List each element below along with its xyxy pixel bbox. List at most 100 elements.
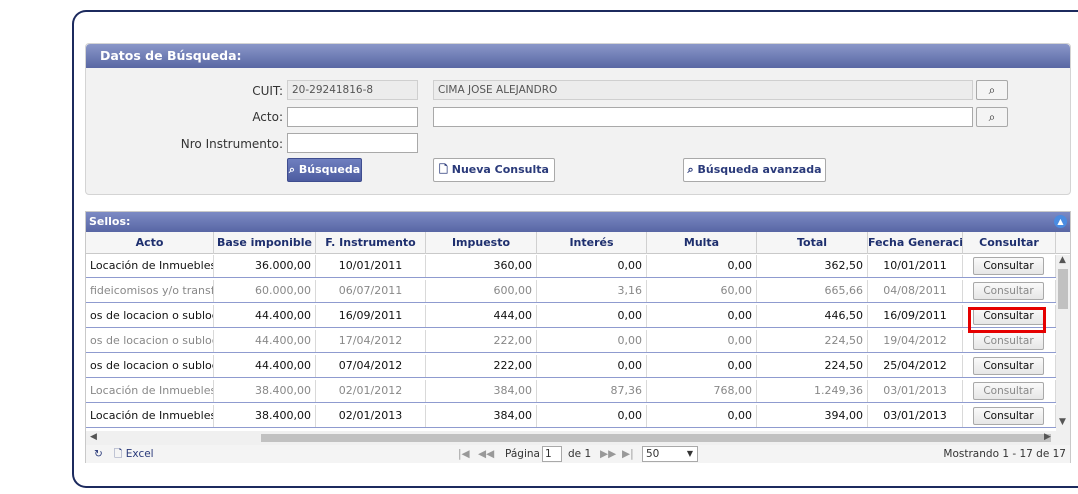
col-total[interactable]: Total [757,232,868,254]
acto-description-field[interactable] [433,107,973,127]
new-query-button[interactable]: 🗋 Nueva Consulta [433,158,555,182]
cell-consultar: Consultar [963,255,1056,277]
col-multa[interactable]: Multa [647,232,757,254]
consultar-button[interactable]: Consultar [973,357,1044,375]
records-summary: Mostrando 1 - 17 de 17 [943,448,1066,460]
cuit-search-button[interactable]: ⌕ [976,80,1008,100]
last-page-icon[interactable]: ▶| [622,445,634,463]
search-button-label: Búsqueda [298,163,361,176]
grid-body: Locación de Inmuebles 36.000,00 10/01/20… [86,255,1056,431]
cell-interes: 3,16 [537,280,647,302]
col-f-instrumento[interactable]: F. Instrumento [316,232,426,254]
cell-base: 36.000,00 [214,255,316,277]
cell-base: 38.400,00 [214,405,316,427]
search-button[interactable]: ⌕ Búsqueda [287,158,362,182]
cell-base: 44.400,00 [214,355,316,377]
prev-page-icon[interactable]: ◀◀ [478,445,494,463]
page-label: Página [505,448,540,460]
col-impuesto[interactable]: Impuesto [426,232,537,254]
cell-f-instrumento: 02/01/2012 [316,380,426,402]
cell-fecha-generacion: 03/01/2013 [868,405,963,427]
cell-base: 38.400,00 [214,380,316,402]
col-base-imponible[interactable]: Base imponible [214,232,316,254]
cell-total: 224,50 [757,355,868,377]
scroll-down-icon[interactable]: ▼ [1059,417,1066,427]
table-row[interactable]: os de locacion o sublocacio 44.400,00 16… [86,305,1056,328]
table-row[interactable]: Locación de Inmuebles 36.000,00 10/01/20… [86,255,1056,278]
search-icon: ⌕ [988,110,996,124]
table-row[interactable]: fideicomisos y/o transfer 60.000,00 06/0… [86,280,1056,303]
cell-f-instrumento: 07/04/2012 [316,355,426,377]
cell-impuesto: 600,00 [426,280,537,302]
cell-fecha-generacion: 19/04/2012 [868,330,963,352]
refresh-icon[interactable]: ↻ [94,445,103,463]
vertical-scrollbar[interactable]: ▲ ▼ [1056,255,1070,431]
col-fecha-generacion[interactable]: Fecha Generación [868,232,963,254]
advanced-search-button-label: Búsqueda avanzada [697,163,822,176]
page-margin [0,0,72,494]
excel-export-button[interactable]: 🗋 Excel [114,445,154,463]
cell-consultar: Consultar [963,330,1056,352]
table-row[interactable]: os de locacion o sublocacio 44.400,00 07… [86,355,1056,378]
cell-total: 224,50 [757,330,868,352]
acto-search-button[interactable]: ⌕ [976,107,1008,127]
name-field[interactable]: CIMA JOSE ALEJANDRO [433,80,973,100]
page-input[interactable]: 1 [542,446,562,462]
cell-impuesto: 222,00 [426,355,537,377]
cell-impuesto: 360,00 [426,255,537,277]
cell-interes: 87,36 [537,380,647,402]
cell-total: 446,50 [757,305,868,327]
consultar-button[interactable]: Consultar [973,382,1044,400]
consultar-button[interactable]: Consultar [973,407,1044,425]
cell-consultar: Consultar [963,280,1056,302]
cuit-label: CUIT: [252,84,283,98]
cell-fecha-generacion: 03/01/2013 [868,380,963,402]
scroll-up-icon[interactable]: ▲ [1059,255,1066,265]
consultar-button[interactable]: Consultar [973,282,1044,300]
first-page-icon[interactable]: |◀ [458,445,470,463]
nro-instrumento-field[interactable] [287,133,418,153]
col-consultar: Consultar [963,232,1056,254]
grid-caption-label: Sellos: [89,215,131,228]
cell-impuesto: 384,00 [426,405,537,427]
collapse-icon[interactable]: ▲ [1054,215,1067,228]
consultar-button[interactable]: Consultar [973,257,1044,275]
next-page-icon[interactable]: ▶▶ [600,445,616,463]
cell-base: 44.400,00 [214,330,316,352]
cell-interes: 0,00 [537,330,647,352]
cell-multa: 0,00 [647,305,757,327]
cell-total: 665,66 [757,280,868,302]
page-size-value: 50 [646,448,660,460]
table-row[interactable]: os de locacion o sublocacio 44.400,00 17… [86,330,1056,353]
cell-interes: 0,00 [537,305,647,327]
search-icon: ⌕ [687,163,694,176]
cuit-field[interactable]: 20-29241816-8 [287,80,418,100]
search-panel-title: Datos de Búsqueda: [86,44,1070,68]
acto-label: Acto: [252,110,283,124]
consultar-button[interactable]: Consultar [973,332,1044,350]
table-row[interactable]: Locación de Inmuebles 38.400,00 02/01/20… [86,380,1056,403]
highlight-box [968,307,1046,333]
cell-multa: 60,00 [647,280,757,302]
grid-header: Acto Base imponible F. Instrumento Impue… [86,232,1070,254]
cell-fecha-generacion: 16/09/2011 [868,305,963,327]
col-interes[interactable]: Interés [537,232,647,254]
acto-field[interactable] [287,107,418,127]
scroll-right-icon[interactable]: ▶ [1044,432,1051,442]
col-acto[interactable]: Acto [86,232,214,254]
cell-impuesto: 444,00 [426,305,537,327]
cell-consultar: Consultar [963,405,1056,427]
horizontal-scrollbar[interactable]: ◀ ▶ [86,431,1070,445]
cell-multa: 0,00 [647,255,757,277]
vertical-scroll-thumb[interactable] [1058,269,1068,309]
new-query-button-label: Nueva Consulta [451,163,549,176]
advanced-search-button[interactable]: ⌕ Búsqueda avanzada [683,158,826,182]
table-row[interactable]: Locación de Inmuebles 38.400,00 02/01/20… [86,405,1056,428]
document-icon: 🗋 [439,163,448,176]
cell-multa: 768,00 [647,380,757,402]
page-size-select[interactable]: 50 ▼ [642,446,698,462]
chevron-down-icon: ▼ [686,449,693,458]
cell-acto: os de locacion o sublocacio [86,305,214,327]
scroll-left-icon[interactable]: ◀ [90,432,97,442]
horizontal-scroll-thumb[interactable] [261,434,1051,442]
